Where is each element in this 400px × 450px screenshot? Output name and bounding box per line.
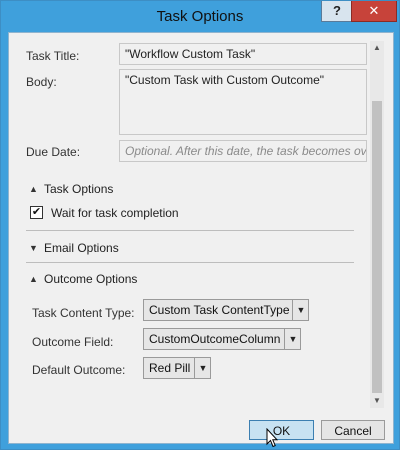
- task-options-dialog: Task Options ? ✕ Task Title: "Workflow C…: [0, 0, 400, 450]
- task-content-type-value: Custom Task ContentType: [149, 303, 290, 317]
- scrollbar-thumb[interactable]: [372, 101, 382, 393]
- cancel-button[interactable]: Cancel: [321, 420, 385, 440]
- section-divider: [26, 230, 354, 231]
- task-title-label: Task Title:: [26, 49, 80, 63]
- outcome-field-select[interactable]: CustomOutcomeColumn ▼: [143, 328, 301, 350]
- outcome-options-header[interactable]: Outcome Options: [44, 272, 137, 286]
- default-outcome-label: Default Outcome:: [32, 363, 126, 377]
- task-title-field[interactable]: "Workflow Custom Task": [119, 43, 367, 65]
- ok-button[interactable]: OK: [249, 420, 314, 440]
- title-bar[interactable]: Task Options ? ✕: [1, 1, 399, 31]
- mouse-pointer-icon: [266, 428, 278, 448]
- task-content-type-label: Task Content Type:: [32, 306, 135, 320]
- body-field[interactable]: "Custom Task with Custom Outcome": [119, 69, 367, 135]
- check-icon: ✔: [31, 206, 42, 218]
- caret-down-icon[interactable]: ▼: [29, 243, 38, 253]
- body-label: Body:: [26, 75, 57, 89]
- outcome-field-label: Outcome Field:: [32, 335, 114, 349]
- vertical-scrollbar[interactable]: ▲ ▼: [370, 41, 384, 408]
- due-date-field[interactable]: Optional. After this date, the task beco…: [119, 140, 367, 162]
- chevron-down-icon[interactable]: ▼: [292, 300, 309, 320]
- close-button[interactable]: ✕: [351, 1, 397, 22]
- scroll-up-icon[interactable]: ▲: [370, 41, 384, 55]
- outcome-field-value: CustomOutcomeColumn: [149, 332, 281, 346]
- dialog-client-area: Task Title: "Workflow Custom Task" Body:…: [8, 32, 394, 444]
- caret-up-icon[interactable]: ▲: [29, 274, 38, 284]
- help-button[interactable]: ?: [321, 1, 353, 22]
- task-content-type-select[interactable]: Custom Task ContentType ▼: [143, 299, 309, 321]
- scroll-down-icon[interactable]: ▼: [370, 394, 384, 408]
- chevron-down-icon[interactable]: ▼: [284, 329, 301, 349]
- caret-up-icon[interactable]: ▲: [29, 184, 38, 194]
- wait-for-completion-checkbox[interactable]: ✔: [30, 206, 43, 219]
- default-outcome-select[interactable]: Red Pill ▼: [143, 357, 211, 379]
- wait-for-completion-label[interactable]: Wait for task completion: [51, 206, 179, 220]
- due-date-label: Due Date:: [26, 145, 81, 159]
- task-options-header[interactable]: Task Options: [44, 182, 113, 196]
- options-scroll-area: Task Title: "Workflow Custom Task" Body:…: [9, 33, 393, 403]
- email-options-header[interactable]: Email Options: [44, 241, 119, 255]
- section-divider: [26, 262, 354, 263]
- default-outcome-value: Red Pill: [149, 361, 191, 375]
- chevron-down-icon[interactable]: ▼: [194, 358, 211, 378]
